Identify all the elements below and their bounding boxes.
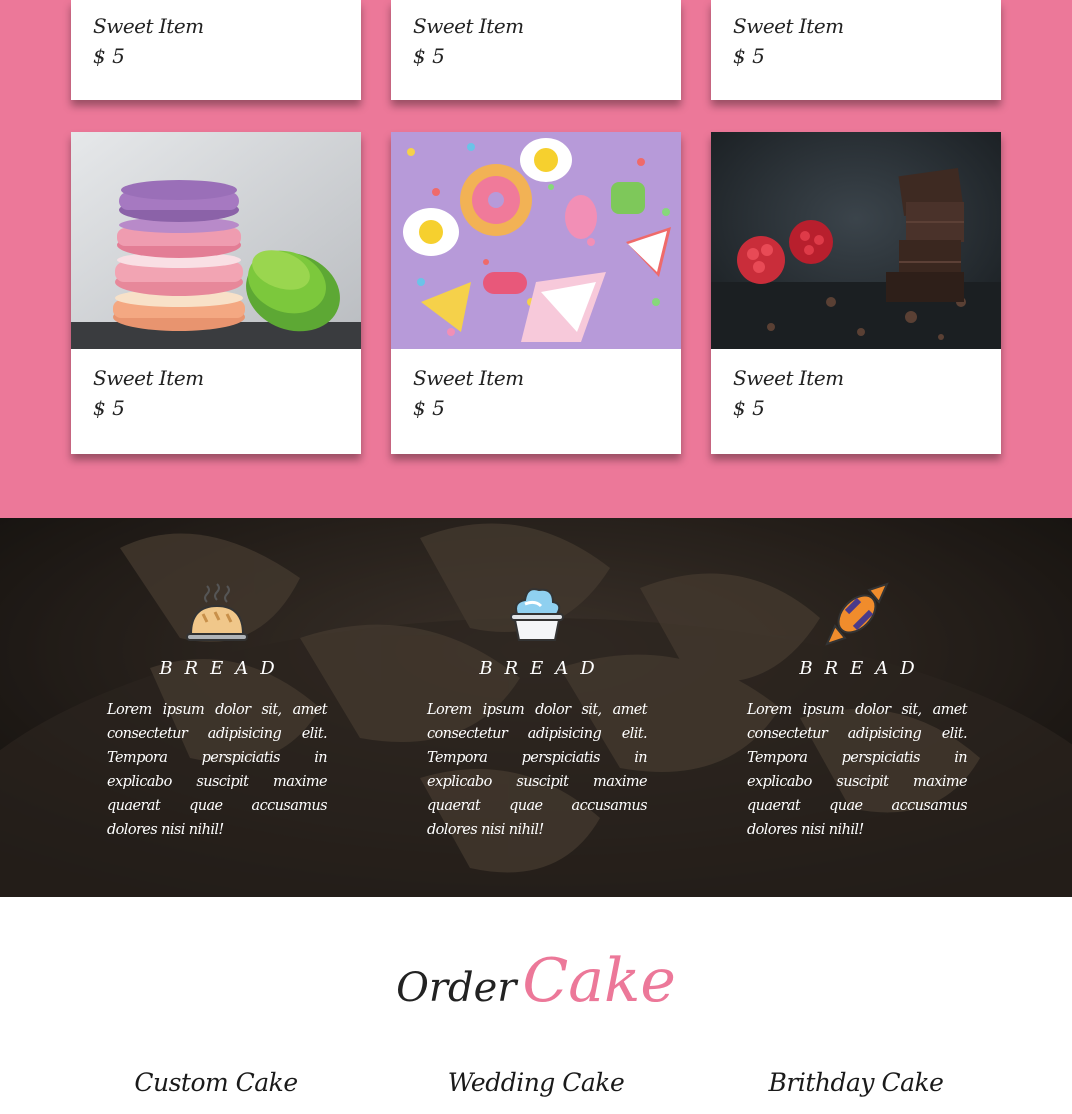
item-name: Sweet Item	[733, 14, 844, 38]
item-price: $ 5	[93, 44, 125, 68]
cupcake-icon	[510, 588, 564, 641]
title-word-order: Order	[396, 965, 517, 1011]
menu-card[interactable]: Sweet Item $ 5	[71, 0, 361, 100]
item-name: Sweet Item	[93, 366, 204, 390]
item-price: $ 5	[733, 44, 765, 68]
menu-card[interactable]: Sweet Item $ 5	[711, 0, 1001, 100]
feature-text: Lorem ipsum dolor sit, amet consectetur …	[107, 702, 328, 838]
feature-title: BREAD	[799, 658, 927, 679]
candy-icon	[825, 582, 889, 646]
menu-card[interactable]: Sweet Item $ 5	[71, 132, 361, 454]
feature-text: Lorem ipsum dolor sit, amet consectetur …	[427, 702, 648, 838]
bread-icon	[186, 583, 248, 641]
cake-category-custom[interactable]: Custom Cake	[71, 1068, 361, 1097]
item-name: Sweet Item	[733, 366, 844, 390]
item-price: $ 5	[413, 44, 445, 68]
menu-card[interactable]: Sweet Item $ 5	[391, 0, 681, 100]
menu-card[interactable]: Sweet Item $ 5	[711, 132, 1001, 454]
item-price: $ 5	[733, 396, 765, 420]
item-name: Sweet Item	[413, 366, 524, 390]
candies-photo	[391, 132, 681, 349]
cake-category-birthday[interactable]: Brithday Cake	[711, 1068, 1001, 1097]
menu-card[interactable]: Sweet Item $ 5	[391, 132, 681, 454]
item-name: Sweet Item	[93, 14, 204, 38]
item-name: Sweet Item	[413, 14, 524, 38]
menu-section: Sweet Item $ 5 Sweet Item $ 5 Sweet Item…	[0, 0, 1072, 518]
feature-title: BREAD	[479, 658, 607, 679]
feature-text: Lorem ipsum dolor sit, amet consectetur …	[747, 702, 968, 838]
features-section: BREAD Lorem ipsum dolor sit, amet consec…	[0, 518, 1072, 897]
item-price: $ 5	[413, 396, 445, 420]
item-price: $ 5	[93, 396, 125, 420]
feature-title: BREAD	[159, 658, 287, 679]
macarons-photo	[71, 132, 361, 349]
title-word-cake: Cake	[522, 946, 676, 1016]
cake-category-wedding[interactable]: Wedding Cake	[391, 1068, 681, 1097]
chocolate-raspberry-photo	[711, 132, 1001, 349]
section-title: Order Cake	[0, 946, 1072, 1016]
